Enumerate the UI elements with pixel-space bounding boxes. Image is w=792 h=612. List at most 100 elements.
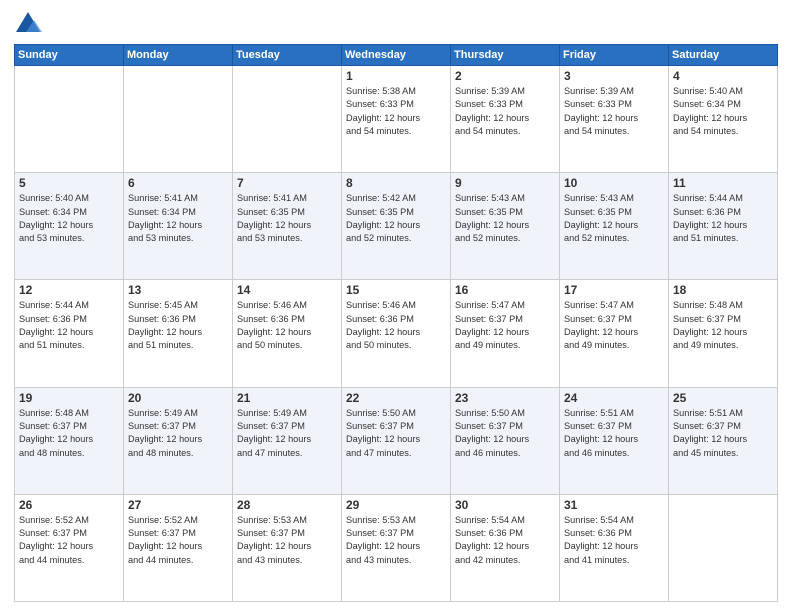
calendar-cell: 8 Sunrise: 5:42 AM Sunset: 6:35 PM Daylig… (342, 173, 451, 280)
calendar-cell (124, 66, 233, 173)
day-number: 29 (346, 498, 446, 512)
day-info: Sunrise: 5:40 AM Sunset: 6:34 PM Dayligh… (673, 85, 773, 138)
day-info: Sunrise: 5:41 AM Sunset: 6:35 PM Dayligh… (237, 192, 337, 245)
calendar-week-row-5: 26 Sunrise: 5:52 AM Sunset: 6:37 PM Dayli… (15, 494, 778, 601)
calendar-header-sunday: Sunday (15, 45, 124, 66)
calendar-cell: 22 Sunrise: 5:50 AM Sunset: 6:37 PM Dayli… (342, 387, 451, 494)
calendar-header-monday: Monday (124, 45, 233, 66)
page: SundayMondayTuesdayWednesdayThursdayFrid… (0, 0, 792, 612)
day-info: Sunrise: 5:48 AM Sunset: 6:37 PM Dayligh… (673, 299, 773, 352)
day-number: 7 (237, 176, 337, 190)
calendar-cell: 18 Sunrise: 5:48 AM Sunset: 6:37 PM Dayli… (669, 280, 778, 387)
calendar-cell (15, 66, 124, 173)
calendar-cell: 17Sunrise: 5:47 AM Sunset: 6:37 PM Dayli… (560, 280, 669, 387)
calendar-cell: 3 Sunrise: 5:39 AM Sunset: 6:33 PM Daylig… (560, 66, 669, 173)
day-number: 25 (673, 391, 773, 405)
day-info: Sunrise: 5:51 AM Sunset: 6:37 PM Dayligh… (564, 407, 664, 460)
calendar-cell: 14 Sunrise: 5:46 AM Sunset: 6:36 PM Dayli… (233, 280, 342, 387)
calendar-header-friday: Friday (560, 45, 669, 66)
day-info: Sunrise: 5:50 AM Sunset: 6:37 PM Dayligh… (346, 407, 446, 460)
day-info: Sunrise: 5:39 AM Sunset: 6:33 PM Dayligh… (455, 85, 555, 138)
calendar-cell: 1 Sunrise: 5:38 AM Sunset: 6:33 PM Daylig… (342, 66, 451, 173)
day-info: Sunrise: 5:53 AM Sunset: 6:37 PM Dayligh… (346, 514, 446, 567)
day-info: Sunrise: 5:39 AM Sunset: 6:33 PM Dayligh… (564, 85, 664, 138)
calendar-week-row-2: 5 Sunrise: 5:40 AM Sunset: 6:34 PM Daylig… (15, 173, 778, 280)
day-info: Sunrise: 5:40 AM Sunset: 6:34 PM Dayligh… (19, 192, 119, 245)
day-info: Sunrise: 5:45 AM Sunset: 6:36 PM Dayligh… (128, 299, 228, 352)
calendar-header-wednesday: Wednesday (342, 45, 451, 66)
day-number: 27 (128, 498, 228, 512)
day-info: Sunrise: 5:51 AM Sunset: 6:37 PM Dayligh… (673, 407, 773, 460)
logo-icon (14, 10, 42, 38)
calendar-cell: 13 Sunrise: 5:45 AM Sunset: 6:36 PM Dayli… (124, 280, 233, 387)
day-number: 3 (564, 69, 664, 83)
calendar-cell: 30 Sunrise: 5:54 AM Sunset: 6:36 PM Dayli… (451, 494, 560, 601)
day-number: 19 (19, 391, 119, 405)
calendar-week-row-1: 1 Sunrise: 5:38 AM Sunset: 6:33 PM Daylig… (15, 66, 778, 173)
calendar-cell (669, 494, 778, 601)
day-number: 16 (455, 283, 555, 297)
day-number: 10 (564, 176, 664, 190)
calendar-cell: 25 Sunrise: 5:51 AM Sunset: 6:37 PM Dayli… (669, 387, 778, 494)
day-info: Sunrise: 5:38 AM Sunset: 6:33 PM Dayligh… (346, 85, 446, 138)
calendar-cell: 27 Sunrise: 5:52 AM Sunset: 6:37 PM Dayli… (124, 494, 233, 601)
day-number: 15 (346, 283, 446, 297)
day-info: Sunrise: 5:52 AM Sunset: 6:37 PM Dayligh… (128, 514, 228, 567)
day-info: Sunrise: 5:43 AM Sunset: 6:35 PM Dayligh… (455, 192, 555, 245)
calendar-cell: 23 Sunrise: 5:50 AM Sunset: 6:37 PM Dayli… (451, 387, 560, 494)
day-number: 1 (346, 69, 446, 83)
day-info: Sunrise: 5:47 AM Sunset: 6:37 PM Dayligh… (455, 299, 555, 352)
day-number: 4 (673, 69, 773, 83)
day-info: Sunrise: 5:44 AM Sunset: 6:36 PM Dayligh… (673, 192, 773, 245)
day-number: 30 (455, 498, 555, 512)
day-number: 18 (673, 283, 773, 297)
day-number: 28 (237, 498, 337, 512)
day-info: Sunrise: 5:43 AM Sunset: 6:35 PM Dayligh… (564, 192, 664, 245)
day-number: 24 (564, 391, 664, 405)
day-info: Sunrise: 5:52 AM Sunset: 6:37 PM Dayligh… (19, 514, 119, 567)
day-number: 9 (455, 176, 555, 190)
day-number: 13 (128, 283, 228, 297)
day-number: 5 (19, 176, 119, 190)
calendar-cell: 5 Sunrise: 5:40 AM Sunset: 6:34 PM Daylig… (15, 173, 124, 280)
day-number: 14 (237, 283, 337, 297)
calendar-cell (233, 66, 342, 173)
calendar-cell: 7 Sunrise: 5:41 AM Sunset: 6:35 PM Daylig… (233, 173, 342, 280)
day-info: Sunrise: 5:41 AM Sunset: 6:34 PM Dayligh… (128, 192, 228, 245)
calendar-cell: 4 Sunrise: 5:40 AM Sunset: 6:34 PM Daylig… (669, 66, 778, 173)
day-info: Sunrise: 5:49 AM Sunset: 6:37 PM Dayligh… (237, 407, 337, 460)
logo (14, 10, 46, 38)
day-number: 6 (128, 176, 228, 190)
calendar-cell: 2 Sunrise: 5:39 AM Sunset: 6:33 PM Daylig… (451, 66, 560, 173)
day-number: 21 (237, 391, 337, 405)
calendar-cell: 15 Sunrise: 5:46 AM Sunset: 6:36 PM Dayli… (342, 280, 451, 387)
calendar-cell: 24 Sunrise: 5:51 AM Sunset: 6:37 PM Dayli… (560, 387, 669, 494)
calendar-cell: 26 Sunrise: 5:52 AM Sunset: 6:37 PM Dayli… (15, 494, 124, 601)
day-info: Sunrise: 5:54 AM Sunset: 6:36 PM Dayligh… (455, 514, 555, 567)
day-number: 23 (455, 391, 555, 405)
day-number: 17 (564, 283, 664, 297)
day-number: 8 (346, 176, 446, 190)
calendar-cell: 11 Sunrise: 5:44 AM Sunset: 6:36 PM Dayli… (669, 173, 778, 280)
day-info: Sunrise: 5:42 AM Sunset: 6:35 PM Dayligh… (346, 192, 446, 245)
day-number: 11 (673, 176, 773, 190)
day-info: Sunrise: 5:50 AM Sunset: 6:37 PM Dayligh… (455, 407, 555, 460)
calendar-header-thursday: Thursday (451, 45, 560, 66)
calendar-cell: 10 Sunrise: 5:43 AM Sunset: 6:35 PM Dayli… (560, 173, 669, 280)
calendar-header-tuesday: Tuesday (233, 45, 342, 66)
day-number: 26 (19, 498, 119, 512)
day-number: 12 (19, 283, 119, 297)
day-info: Sunrise: 5:53 AM Sunset: 6:37 PM Dayligh… (237, 514, 337, 567)
calendar-cell: 6 Sunrise: 5:41 AM Sunset: 6:34 PM Daylig… (124, 173, 233, 280)
calendar-cell: 16 Sunrise: 5:47 AM Sunset: 6:37 PM Dayli… (451, 280, 560, 387)
day-info: Sunrise: 5:48 AM Sunset: 6:37 PM Dayligh… (19, 407, 119, 460)
calendar-header-saturday: Saturday (669, 45, 778, 66)
day-info: Sunrise: 5:49 AM Sunset: 6:37 PM Dayligh… (128, 407, 228, 460)
calendar-header-row: SundayMondayTuesdayWednesdayThursdayFrid… (15, 45, 778, 66)
day-info: Sunrise: 5:46 AM Sunset: 6:36 PM Dayligh… (237, 299, 337, 352)
day-info: Sunrise: 5:46 AM Sunset: 6:36 PM Dayligh… (346, 299, 446, 352)
day-number: 22 (346, 391, 446, 405)
day-number: 2 (455, 69, 555, 83)
calendar-cell: 9 Sunrise: 5:43 AM Sunset: 6:35 PM Daylig… (451, 173, 560, 280)
day-number: 20 (128, 391, 228, 405)
